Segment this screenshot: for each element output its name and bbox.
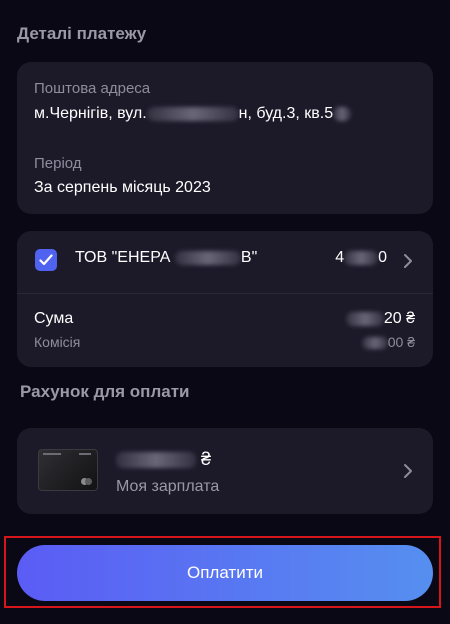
period-value: За серпень місяць 2023 xyxy=(34,179,211,196)
card-type-mark xyxy=(79,453,91,455)
address-label: Поштова адреса xyxy=(34,80,151,97)
fee-value-end: 00 ₴ xyxy=(387,334,415,350)
redacted-amount xyxy=(344,250,379,265)
account-section-title: Рахунок для оплати xyxy=(20,382,190,401)
address-card: Поштова адреса м.Чернігів, вул. н, буд.3,… xyxy=(17,62,433,214)
account-balance: ₴ xyxy=(116,449,211,470)
address-value: м.Чернігів, вул. н, буд.3, кв.5 xyxy=(34,105,352,123)
chevron-right-icon[interactable] xyxy=(403,463,413,479)
address-apt: 5 xyxy=(324,105,334,122)
sum-value: 20 ₴ xyxy=(345,310,415,328)
address-street-prefix: м.Чернігів, вул. xyxy=(34,105,147,122)
balance-currency: ₴ xyxy=(201,449,212,469)
divider xyxy=(17,293,433,294)
redacted-apt xyxy=(333,106,352,121)
chevron-right-icon[interactable] xyxy=(403,253,413,269)
sum-label: Сума xyxy=(34,310,74,327)
amount-start: 4 xyxy=(335,249,345,266)
redacted-sum xyxy=(345,311,384,326)
service-provider[interactable]: ТОВ "ЕНЕРА В" xyxy=(75,249,257,267)
period-label: Період xyxy=(34,155,82,172)
payment-card: ТОВ "ЕНЕРА В" 40 Сума 20 ₴ Комісія 00 ₴ xyxy=(17,231,433,367)
service-amount: 40 xyxy=(335,249,387,267)
bank-card-image xyxy=(38,449,98,491)
provider-name-end: В" xyxy=(240,249,258,266)
payment-details-title: Деталі платежу xyxy=(17,24,147,43)
account-card[interactable]: ₴ Моя зарплата xyxy=(17,428,433,514)
redacted-fee xyxy=(361,337,388,350)
address-apt-prefix: , кв. xyxy=(295,105,325,122)
account-name: Моя зарплата xyxy=(116,478,220,495)
address-house-prefix: н, буд. xyxy=(238,105,287,122)
sum-value-end: 20 ₴ xyxy=(383,310,415,327)
redacted-provider xyxy=(174,250,241,265)
mastercard-icon xyxy=(85,478,92,485)
redacted-balance xyxy=(116,452,196,469)
redacted-street xyxy=(146,106,239,121)
fee-label: Комісія xyxy=(34,334,81,350)
service-checkbox[interactable] xyxy=(35,249,57,271)
amount-end: 0 xyxy=(378,249,387,266)
fee-value: 00 ₴ xyxy=(361,334,415,350)
card-brand-mark xyxy=(43,453,61,455)
pay-button[interactable]: Оплатити xyxy=(17,545,433,601)
provider-name-start: ТОВ "ЕНЕРА xyxy=(75,249,171,266)
check-icon xyxy=(39,254,53,266)
